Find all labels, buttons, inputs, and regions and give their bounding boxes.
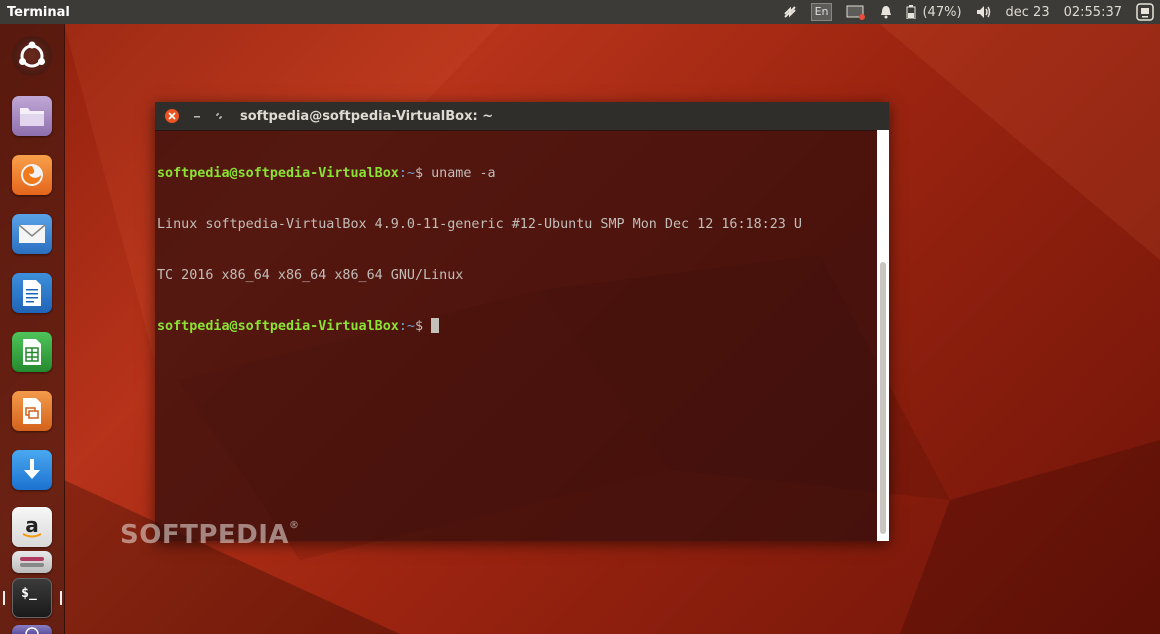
battery-percentage: (47%) xyxy=(922,4,962,20)
document-icon xyxy=(23,280,41,306)
scrollbar-thumb[interactable] xyxy=(880,262,886,534)
svg-text:a: a xyxy=(25,513,39,537)
keyboard-layout-indicator[interactable]: En xyxy=(810,3,833,21)
minimize-button[interactable] xyxy=(190,108,204,124)
scrollbar[interactable] xyxy=(877,130,889,541)
window-titlebar[interactable]: softpedia@softpedia-VirtualBox: ~ xyxy=(155,102,889,131)
date-display[interactable]: dec 23 xyxy=(1006,5,1050,20)
launcher-terminal[interactable]: $_ xyxy=(12,578,52,618)
notification-bell-icon[interactable] xyxy=(880,5,892,19)
launcher-impress[interactable] xyxy=(12,391,52,431)
launcher: a $_ xyxy=(0,24,65,634)
launcher-software-updater[interactable] xyxy=(12,450,52,490)
amazon-icon: a xyxy=(22,513,42,538)
launcher-writer[interactable] xyxy=(12,273,52,313)
volume-icon[interactable] xyxy=(976,5,992,19)
launcher-files[interactable] xyxy=(12,96,52,136)
terminal-output-line-2: TC 2016 x86_64 x86_64 x86_64 GNU/Linux xyxy=(157,268,464,283)
spreadsheet-icon xyxy=(23,339,41,365)
terminal-output-line-1: Linux softpedia-VirtualBox 4.9.0-11-gene… xyxy=(157,217,802,232)
text-cursor xyxy=(431,318,440,333)
launcher-settings[interactable] xyxy=(12,551,52,573)
close-button[interactable] xyxy=(164,108,180,124)
display-icon[interactable] xyxy=(846,4,866,20)
terminal-window: softpedia@softpedia-VirtualBox: ~ softpe… xyxy=(155,102,889,541)
system-menu-icon[interactable] xyxy=(1136,3,1154,21)
window-title: softpedia@softpedia-VirtualBox: ~ xyxy=(240,108,494,124)
prompt-symbol: $ xyxy=(414,319,432,334)
mail-icon xyxy=(18,224,46,243)
terminal-line-1: softpedia@softpedia-VirtualBox:~$ uname … xyxy=(157,165,875,182)
launcher-firefox[interactable] xyxy=(12,155,52,195)
prompt-user: softpedia@softpedia-VirtualBox xyxy=(157,319,399,334)
terminal-line-4: softpedia@softpedia-VirtualBox:~$ xyxy=(157,318,875,335)
prompt-path: :~ xyxy=(398,319,415,334)
folder-icon xyxy=(20,108,44,126)
launcher-calc[interactable] xyxy=(12,332,52,372)
clock-display[interactable]: 02:55:37 xyxy=(1064,5,1122,20)
terminal-icon: $_ xyxy=(21,585,37,601)
top-panel: Terminal En (47%) dec 23 02:55:37 xyxy=(0,0,1160,24)
ubuntu-logo-icon xyxy=(19,41,45,68)
prompt-symbol: $ xyxy=(414,166,432,181)
trash-icon xyxy=(25,627,39,634)
launcher-amazon[interactable]: a xyxy=(12,507,52,547)
firefox-icon xyxy=(21,164,43,186)
toggle-icon xyxy=(20,557,44,567)
network-icon[interactable] xyxy=(783,5,797,19)
system-tray: En (47%) dec 23 02:55:37 xyxy=(783,0,1160,24)
close-icon xyxy=(165,109,179,123)
terminal-output[interactable]: softpedia@softpedia-VirtualBox:~$ uname … xyxy=(155,130,877,541)
running-indicator xyxy=(3,591,5,605)
launcher-trash[interactable] xyxy=(12,625,52,634)
minimize-icon xyxy=(194,116,200,118)
watermark-text: SOFTPEDIA xyxy=(120,520,290,550)
prompt-user: softpedia@softpedia-VirtualBox xyxy=(157,166,399,181)
download-icon xyxy=(24,459,40,479)
focused-indicator xyxy=(60,591,62,605)
battery-icon xyxy=(906,5,916,19)
launcher-thunderbird[interactable] xyxy=(12,214,52,254)
battery-indicator[interactable]: (47%) xyxy=(906,4,962,20)
maximize-button[interactable] xyxy=(212,108,226,124)
presentation-icon xyxy=(23,398,41,424)
active-app-title: Terminal xyxy=(7,4,70,20)
launcher-ubuntu-dash[interactable] xyxy=(12,36,52,76)
prompt-path: :~ xyxy=(398,166,415,181)
maximize-icon xyxy=(216,113,222,119)
watermark-registered-mark: ® xyxy=(289,520,300,531)
watermark: SOFTPEDIA® xyxy=(120,520,300,550)
command-text: uname -a xyxy=(431,166,496,181)
